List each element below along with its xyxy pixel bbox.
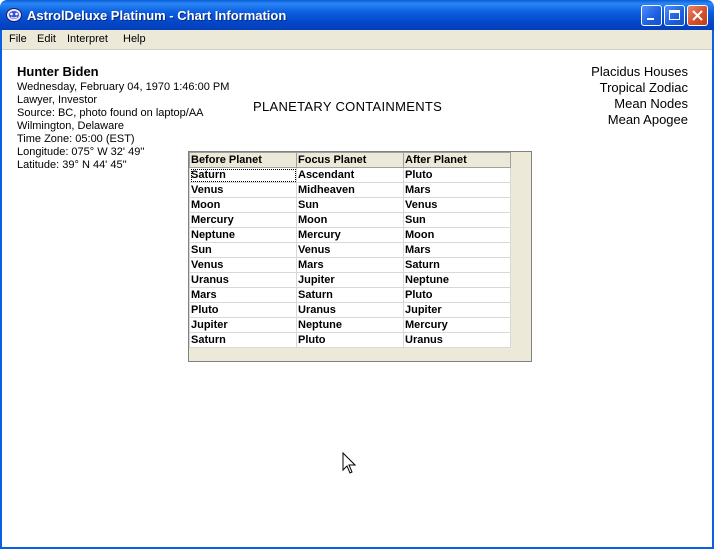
table-row: Moon Sun Venus — [189, 197, 511, 213]
header-before-planet[interactable]: Before Planet — [189, 152, 297, 168]
menu-edit[interactable]: Edit — [37, 33, 56, 45]
table-header-row: Before Planet Focus Planet After Planet — [189, 152, 511, 168]
minimize-icon — [647, 18, 654, 20]
menu-interpret[interactable]: Interpret — [67, 33, 108, 45]
after-planet-cell[interactable]: Jupiter — [403, 302, 511, 318]
table-row: Mercury Moon Sun — [189, 212, 511, 228]
after-planet-cell[interactable]: Neptune — [403, 272, 511, 288]
table-row: Neptune Mercury Moon — [189, 227, 511, 243]
mouse-cursor-icon — [342, 452, 356, 474]
table-row: Pluto Uranus Jupiter — [189, 302, 511, 318]
data-source: Source: BC, photo found on laptop/AA — [17, 107, 204, 119]
window-frame-left — [0, 30, 2, 549]
focus-planet-cell[interactable]: Midheaven — [296, 182, 404, 198]
before-planet-cell[interactable]: Mercury — [189, 212, 297, 228]
person-name: Hunter Biden — [17, 64, 99, 79]
table-row: Sun Venus Mars — [189, 242, 511, 258]
apogee-type: Mean Apogee — [607, 112, 688, 127]
header-after-planet[interactable]: After Planet — [403, 152, 511, 168]
before-planet-cell[interactable]: Venus — [189, 257, 297, 273]
containments-table: Before Planet Focus Planet After Planet … — [189, 152, 511, 348]
after-planet-cell[interactable]: Pluto — [403, 287, 511, 303]
after-planet-cell[interactable]: Moon — [403, 227, 511, 243]
house-system: Placidus Houses — [591, 64, 688, 79]
focus-planet-cell[interactable]: Pluto — [296, 332, 404, 348]
menu-file[interactable]: File — [9, 33, 27, 45]
section-title: PLANETARY CONTAINMENTS — [253, 99, 443, 114]
header-focus-planet[interactable]: Focus Planet — [296, 152, 404, 168]
focus-planet-cell[interactable]: Venus — [296, 242, 404, 258]
table-row: Mars Saturn Pluto — [189, 287, 511, 303]
before-planet-cell[interactable]: Uranus — [189, 272, 297, 288]
maximize-icon — [669, 10, 680, 20]
after-planet-cell[interactable]: Pluto — [403, 167, 511, 183]
focus-planet-cell[interactable]: Mercury — [296, 227, 404, 243]
birth-location: Wilmington, Delaware — [17, 120, 124, 132]
before-planet-cell[interactable]: Neptune — [189, 227, 297, 243]
before-planet-cell[interactable]: Pluto — [189, 302, 297, 318]
focus-planet-cell[interactable]: Ascendant — [296, 167, 404, 183]
focus-planet-cell[interactable]: Uranus — [296, 302, 404, 318]
focus-planet-cell[interactable]: Saturn — [296, 287, 404, 303]
occupation: Lawyer, Investor — [17, 94, 98, 106]
after-planet-cell[interactable]: Mars — [403, 242, 511, 258]
app-logo-icon — [6, 8, 22, 22]
focus-planet-cell[interactable]: Mars — [296, 257, 404, 273]
before-planet-cell[interactable]: Moon — [189, 197, 297, 213]
before-planet-cell[interactable]: Sun — [189, 242, 297, 258]
focus-planet-cell[interactable]: Neptune — [296, 317, 404, 333]
maximize-button[interactable] — [664, 5, 685, 26]
after-planet-cell[interactable]: Saturn — [403, 257, 511, 273]
before-planet-cell[interactable]: Saturn — [189, 167, 297, 183]
table-row: Venus Midheaven Mars — [189, 182, 511, 198]
close-button[interactable] — [687, 5, 708, 26]
table-row: Uranus Jupiter Neptune — [189, 272, 511, 288]
app-window: AstrolDeluxe Platinum - Chart Informatio… — [0, 0, 714, 549]
containments-grid[interactable]: Before Planet Focus Planet After Planet … — [188, 151, 532, 362]
after-planet-cell[interactable]: Mars — [403, 182, 511, 198]
after-planet-cell[interactable]: Uranus — [403, 332, 511, 348]
table-row: Jupiter Neptune Mercury — [189, 317, 511, 333]
node-type: Mean Nodes — [614, 96, 688, 111]
focus-planet-cell[interactable]: Jupiter — [296, 272, 404, 288]
after-planet-cell[interactable]: Mercury — [403, 317, 511, 333]
zodiac-type: Tropical Zodiac — [599, 80, 688, 95]
close-icon — [692, 10, 703, 21]
focus-planet-cell[interactable]: Sun — [296, 197, 404, 213]
menu-help[interactable]: Help — [123, 33, 146, 45]
after-planet-cell[interactable]: Sun — [403, 212, 511, 228]
minimize-button[interactable] — [641, 5, 662, 26]
before-planet-cell[interactable]: Venus — [189, 182, 297, 198]
before-planet-cell[interactable]: Saturn — [189, 332, 297, 348]
title-bar[interactable]: AstrolDeluxe Platinum - Chart Informatio… — [0, 0, 714, 30]
table-row: Saturn Ascendant Pluto — [189, 167, 511, 183]
birth-datetime: Wednesday, February 04, 1970 1:46:00 PM — [17, 81, 230, 93]
focus-planet-cell[interactable]: Moon — [296, 212, 404, 228]
time-zone: Time Zone: 05:00 (EST) — [17, 133, 135, 145]
before-planet-cell[interactable]: Mars — [189, 287, 297, 303]
menu-bar: File Edit Interpret Help — [0, 30, 714, 50]
after-planet-cell[interactable]: Venus — [403, 197, 511, 213]
window-title: AstrolDeluxe Platinum - Chart Informatio… — [27, 8, 287, 23]
table-row: Saturn Pluto Uranus — [189, 332, 511, 348]
chart-settings: Placidus Houses Tropical Zodiac Mean Nod… — [591, 64, 688, 128]
table-row: Venus Mars Saturn — [189, 257, 511, 273]
before-planet-cell[interactable]: Jupiter — [189, 317, 297, 333]
